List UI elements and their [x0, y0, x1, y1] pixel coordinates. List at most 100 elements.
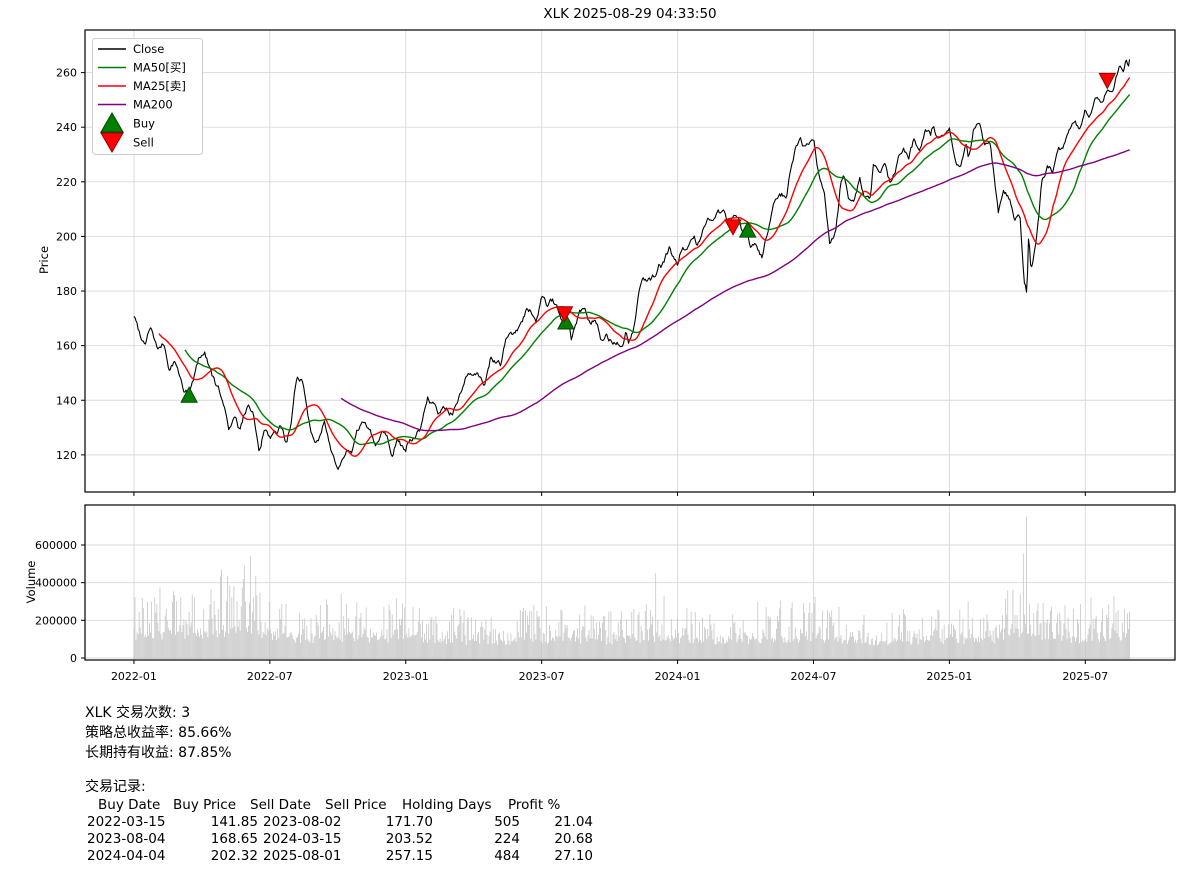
volume-bar: [947, 638, 948, 659]
volume-bar: [718, 642, 719, 659]
volume-bar: [304, 619, 305, 659]
volume-bar: [972, 618, 973, 659]
volume-bar: [730, 627, 731, 659]
volume-bar: [171, 634, 172, 659]
volume-bar: [1063, 636, 1064, 659]
volume-bar: [192, 595, 193, 659]
volume-bar: [976, 638, 977, 659]
volume-bar: [586, 637, 587, 659]
volume-bar: [638, 615, 639, 659]
volume-bar: [558, 622, 559, 659]
volume-bar: [395, 629, 396, 659]
volume-bar: [338, 637, 339, 659]
volume-bar: [981, 638, 982, 659]
volume-bar: [954, 629, 955, 659]
volume-bar: [584, 606, 585, 659]
volume-bar: [647, 630, 648, 659]
volume-bar: [880, 641, 881, 659]
volume-bar: [805, 636, 806, 659]
volume-bar: [961, 633, 962, 659]
volume-bar: [190, 627, 191, 659]
volume-bar: [351, 633, 352, 659]
volume-bar: [227, 576, 228, 659]
volume-bar: [176, 601, 177, 659]
volume-bar: [281, 604, 282, 659]
volume-bar: [583, 627, 584, 659]
volume-bar: [847, 644, 848, 659]
volume-bar: [956, 639, 957, 659]
volume-bar: [497, 645, 498, 659]
volume-bar: [453, 608, 454, 659]
volume-bar: [874, 645, 875, 659]
volume-bar: [952, 637, 953, 659]
volume-bar: [698, 642, 699, 659]
volume-bar: [1001, 630, 1002, 659]
volume-bar: [858, 630, 859, 659]
volume-bar: [371, 638, 372, 659]
volume-bar: [978, 636, 979, 659]
volume-bar: [784, 637, 785, 659]
volume-bar: [1019, 637, 1020, 659]
volume-bar: [707, 629, 708, 659]
volume-bar: [574, 630, 575, 659]
volume-bar: [549, 625, 550, 659]
volume-bar: [141, 634, 142, 659]
volume-bar: [849, 637, 850, 659]
volume-bar: [527, 615, 528, 659]
volume-bar: [943, 644, 944, 659]
volume-bar: [727, 642, 728, 659]
volume-bar: [169, 631, 170, 659]
volume-bar: [971, 634, 972, 659]
volume-bar: [215, 615, 216, 659]
volume-bar: [891, 642, 892, 659]
volume-bar: [417, 632, 418, 659]
volume-bar: [913, 637, 914, 659]
volume-bar: [813, 633, 814, 659]
volume-bar: [533, 605, 534, 659]
volume-bar: [743, 620, 744, 659]
volume-bar: [566, 628, 567, 659]
volume-bar: [637, 640, 638, 659]
volume-bar: [160, 587, 161, 659]
volume-bar: [597, 639, 598, 659]
legend-label: MA25[卖]: [133, 79, 186, 93]
volume-bar: [778, 622, 779, 659]
volume-bar: [655, 573, 656, 659]
volume-bar: [353, 638, 354, 659]
volume-bar: [1047, 620, 1048, 659]
volume-bar: [229, 585, 230, 659]
table-cell: 202.32: [168, 848, 258, 864]
volume-bar: [1003, 640, 1004, 659]
volume-bar: [1043, 603, 1044, 659]
volume-bar: [875, 640, 876, 659]
volume-bar: [775, 641, 776, 659]
volume-bar: [184, 619, 185, 659]
volume-bar: [893, 641, 894, 659]
volume-bar: [174, 595, 175, 659]
volume-bar: [1084, 641, 1085, 659]
volume-bar: [867, 637, 868, 659]
volume-bar: [1082, 640, 1083, 659]
volume-bar: [932, 636, 933, 659]
volume-bar: [486, 620, 487, 659]
volume-bar: [970, 638, 971, 659]
volume-bar: [218, 609, 219, 659]
volume-bar: [544, 634, 545, 659]
volume-bar: [750, 640, 751, 659]
volume-bar: [748, 644, 749, 659]
volume-bar: [990, 630, 991, 659]
volume-bar: [794, 639, 795, 659]
volume-bar: [687, 608, 688, 659]
volume-bar: [725, 643, 726, 659]
volume-bar: [226, 601, 227, 659]
volume-bar: [696, 637, 697, 659]
volume-bar: [1054, 639, 1055, 659]
volume-bar: [454, 632, 455, 659]
volume-bar: [1040, 624, 1041, 659]
volume-bar: [997, 637, 998, 659]
volume-bar: [620, 619, 621, 659]
volume-bar: [424, 634, 425, 659]
volume-bar: [551, 640, 552, 659]
volume-bar: [516, 642, 517, 659]
volume-bar: [556, 636, 557, 659]
